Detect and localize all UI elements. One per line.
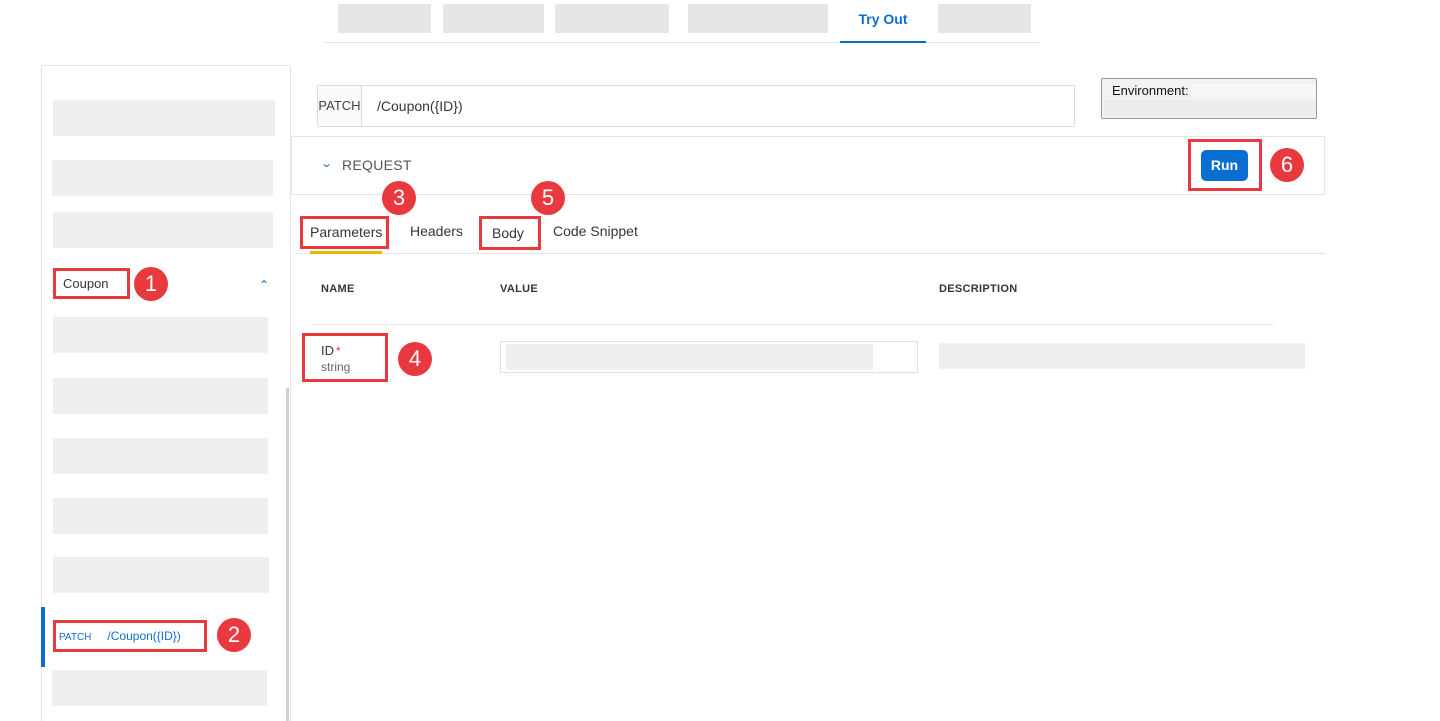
annotation-badge-4: 4 [398, 342, 432, 376]
environment-value-placeholder [1192, 84, 1316, 98]
environment-select[interactable]: Environment: [1101, 78, 1317, 119]
sidebar-item-placeholder[interactable] [53, 438, 268, 474]
parameter-type: string [321, 360, 351, 374]
tab-code-snippet[interactable]: Code Snippet [553, 223, 638, 239]
top-tab-bar: Try Out [324, 0, 1040, 43]
required-mark: * [336, 344, 341, 358]
parameter-description-placeholder [939, 343, 1305, 369]
chevron-up-icon[interactable]: ⌃ [259, 278, 269, 292]
column-header-value: VALUE [500, 283, 538, 295]
annotation-badge-5: 5 [531, 181, 565, 215]
url-path: /Coupon({ID}) [377, 98, 463, 114]
annotation-badge-3: 3 [382, 181, 416, 215]
annotation-badge-6: 6 [1270, 148, 1304, 182]
chevron-down-icon[interactable]: ⌄ [320, 157, 333, 170]
value-placeholder [506, 344, 873, 370]
top-tab-placeholder-1[interactable] [338, 4, 431, 33]
tab-try-out[interactable]: Try Out [840, 0, 926, 43]
top-tab-placeholder-3[interactable] [555, 4, 669, 33]
table-divider [313, 324, 1273, 325]
url-bar: PATCH /Coupon({ID}) [317, 85, 1075, 127]
sidebar-item-placeholder[interactable] [53, 498, 268, 534]
sidebar-item-placeholder[interactable] [53, 317, 268, 353]
parameter-value-input[interactable] [500, 341, 918, 373]
run-button[interactable]: Run [1201, 150, 1248, 181]
sidebar-item-method: PATCH [59, 632, 92, 643]
request-label: REQUEST [342, 157, 412, 173]
column-header-name: NAME [321, 283, 355, 295]
active-item-indicator [41, 607, 45, 667]
request-section-header[interactable]: ⌄ REQUEST [291, 136, 1325, 195]
sidebar-group-coupon[interactable]: Coupon [53, 268, 130, 299]
sidebar-item-placeholder[interactable] [52, 670, 267, 706]
sidebar-item-placeholder[interactable] [53, 378, 268, 414]
environment-value-placeholder [1104, 100, 1316, 116]
url-method: PATCH [318, 86, 362, 126]
active-tab-underline [310, 251, 382, 254]
sidebar-item-placeholder[interactable] [52, 160, 273, 196]
column-header-description: DESCRIPTION [939, 283, 1018, 295]
environment-label: Environment: [1112, 83, 1189, 98]
tab-headers[interactable]: Headers [410, 223, 463, 239]
top-tab-placeholder-2[interactable] [443, 4, 544, 33]
parameter-name: ID [321, 343, 334, 358]
sidebar-item-placeholder[interactable] [53, 100, 275, 136]
sidebar-item-patch-coupon[interactable]: PATCH/Coupon({ID}) [53, 620, 207, 652]
sidebar-item-placeholder[interactable] [53, 212, 273, 248]
top-tab-placeholder-4[interactable] [688, 4, 828, 33]
annotation-badge-2: 2 [217, 618, 251, 652]
request-tabs: Parameters Headers Body Code Snippet [295, 210, 1325, 254]
parameter-id-cell: ID * string [302, 333, 388, 382]
top-tab-placeholder-5[interactable] [938, 4, 1031, 33]
sidebar-item-placeholder[interactable] [53, 557, 269, 593]
sidebar-item-path: /Coupon({ID}) [107, 629, 181, 643]
tab-parameters[interactable]: Parameters [300, 216, 389, 249]
tab-body[interactable]: Body [479, 216, 541, 250]
annotation-badge-1: 1 [134, 267, 168, 301]
sidebar-scrollbar[interactable] [286, 388, 289, 721]
